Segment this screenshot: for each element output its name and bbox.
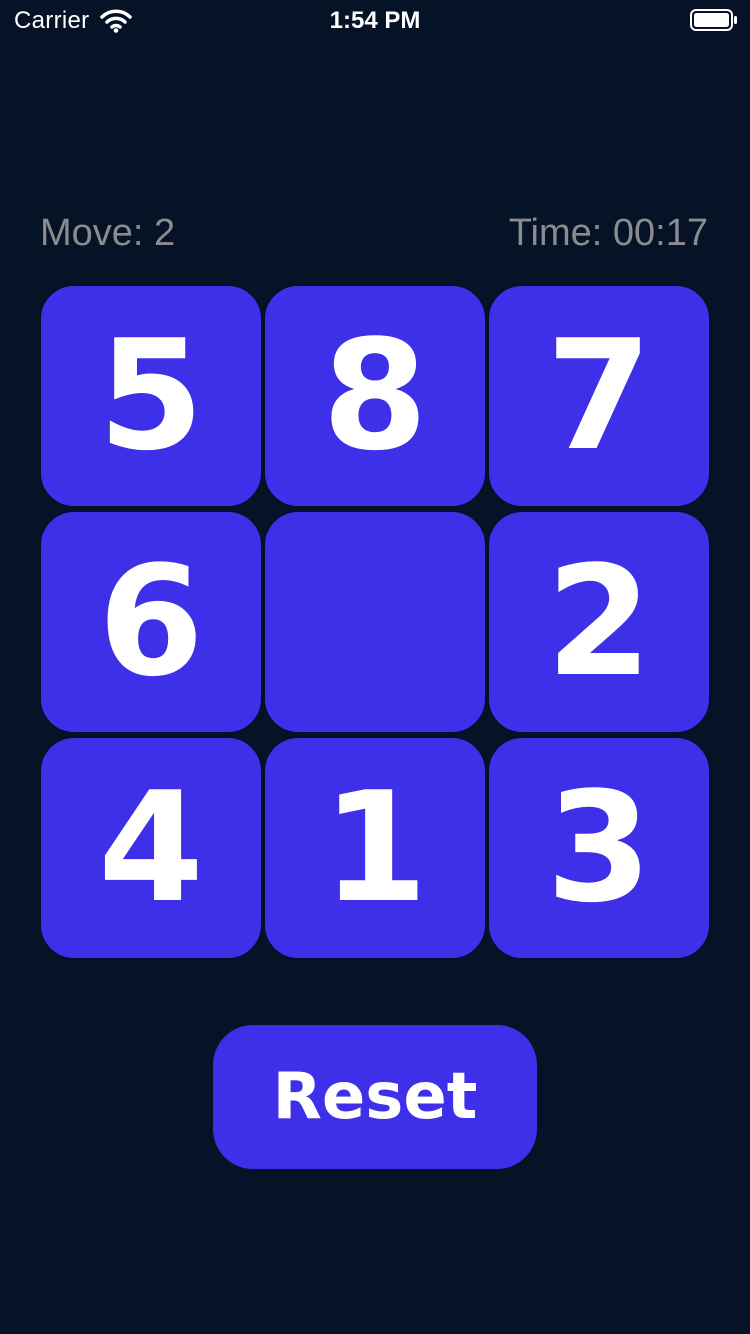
puzzle-tile[interactable]: 3 (488, 737, 710, 959)
status-time: 1:54 PM (329, 7, 421, 34)
game-info-row: Move: 2 Time: 00:17 (40, 208, 710, 258)
timer-display: Time: 00:17 (508, 212, 708, 254)
puzzle-tile[interactable]: 4 (40, 737, 262, 959)
puzzle-tile[interactable]: 8 (264, 285, 486, 507)
puzzle-tile-empty[interactable] (264, 511, 486, 733)
puzzle-tile[interactable]: 5 (40, 285, 262, 507)
puzzle-tile[interactable]: 1 (264, 737, 486, 959)
puzzle-tile[interactable]: 2 (488, 511, 710, 733)
status-bar: Carrier 1:54 PM (0, 0, 750, 40)
move-counter: Move: 2 (40, 212, 176, 254)
puzzle-board: 5 8 7 6 2 4 1 3 (40, 285, 710, 961)
reset-button[interactable]: Reset (213, 1025, 537, 1169)
puzzle-tile[interactable]: 6 (40, 511, 262, 733)
battery-icon (690, 9, 737, 31)
puzzle-tile[interactable]: 7 (488, 285, 710, 507)
